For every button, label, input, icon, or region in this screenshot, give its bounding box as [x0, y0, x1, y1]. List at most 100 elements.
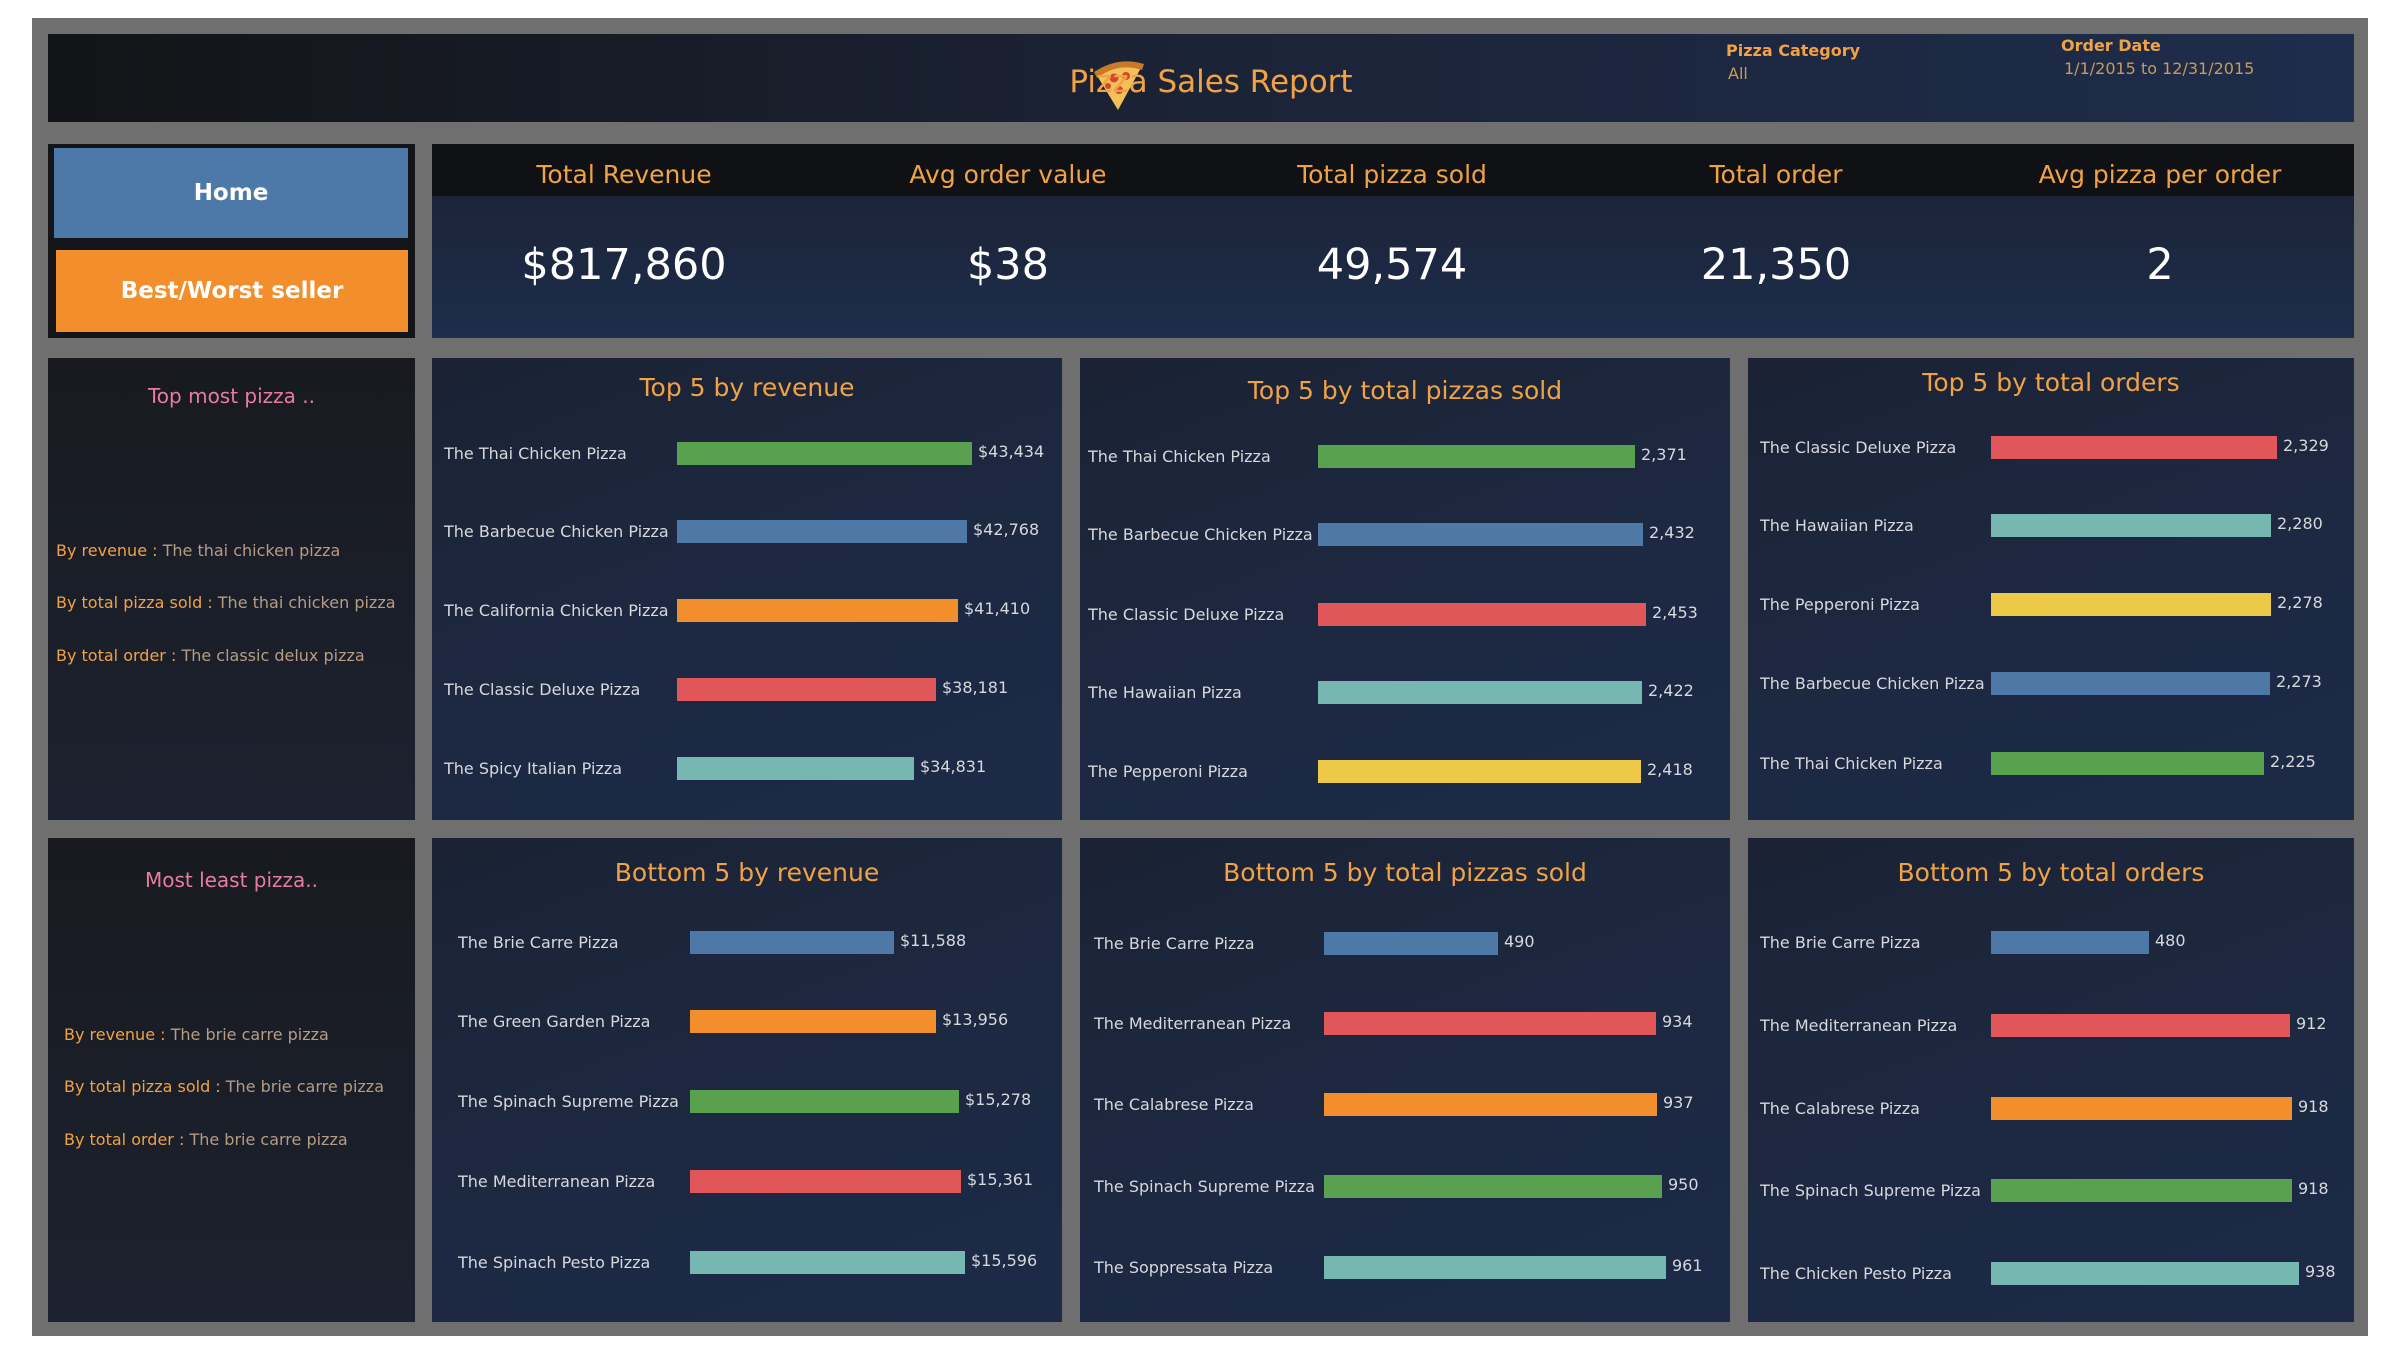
bar[interactable]: [1324, 1093, 1657, 1116]
bar[interactable]: [1991, 436, 2277, 459]
kpi-value-total-order: 21,350: [1700, 240, 1852, 290]
bar-value-label: $34,831: [920, 757, 987, 776]
bar-category-label: The Thai Chicken Pizza: [444, 444, 627, 463]
bar[interactable]: [1991, 593, 2271, 616]
bar[interactable]: [1318, 603, 1646, 626]
bar-value-label: $11,588: [900, 931, 967, 950]
home-button[interactable]: Home: [54, 148, 408, 238]
best-worst-seller-button[interactable]: Best/Worst seller: [54, 248, 410, 334]
least-summary-line-orders: By total order : The brie carre pizza: [64, 1130, 348, 1149]
bar[interactable]: [690, 1170, 961, 1193]
bar-value-label: 2,453: [1652, 603, 1698, 622]
top-summary-line-orders: By total order : The classic delux pizza: [56, 646, 365, 665]
bar-value-label: 2,371: [1641, 445, 1687, 464]
top-summary-line-pizza-sold: By total pizza sold : The thai chicken p…: [56, 593, 396, 612]
bar[interactable]: [1991, 1179, 2292, 1202]
least-summary-line-pizza-sold: By total pizza sold : The brie carre piz…: [64, 1077, 384, 1096]
bar[interactable]: [1991, 514, 2271, 537]
bar-category-label: The Green Garden Pizza: [458, 1012, 651, 1031]
kpi-label-avg-order-value: Avg order value: [909, 160, 1107, 189]
bar-value-label: $42,768: [973, 520, 1040, 539]
chart-title: Top 5 by total pizzas sold: [1247, 376, 1563, 405]
kpi-panel: Total Revenue Avg order value Total pizz…: [432, 144, 2354, 338]
bar-category-label: The Soppressata Pizza: [1094, 1258, 1274, 1277]
bar-value-label: 937: [1663, 1093, 1694, 1112]
bar[interactable]: [1318, 681, 1642, 704]
bar-value-label: 2,280: [2277, 514, 2323, 533]
bar-value-label: $15,278: [965, 1090, 1032, 1109]
bar-category-label: The Spicy Italian Pizza: [444, 759, 623, 778]
bar-category-label: The Thai Chicken Pizza: [1760, 754, 1943, 773]
bar[interactable]: [1991, 931, 2149, 954]
bar[interactable]: [1318, 445, 1635, 468]
chart-bottom5-pizzas-sold: Bottom 5 by total pizzas sold The Brie C…: [1080, 838, 1730, 1322]
bar[interactable]: [1991, 1262, 2299, 1285]
chart-title: Bottom 5 by total orders: [1897, 858, 2205, 887]
bar-category-label: The California Chicken Pizza: [444, 601, 669, 620]
filter-value-order-date[interactable]: 1/1/2015 to 12/31/2015: [2064, 59, 2254, 78]
bar-category-label: The Pepperoni Pizza: [1760, 595, 1920, 614]
bar[interactable]: [1318, 523, 1643, 546]
least-pizza-summary-panel: Most least pizza.. By revenue : The brie…: [48, 838, 415, 1322]
bar-category-label: The Mediterranean Pizza: [458, 1172, 656, 1191]
bar[interactable]: [1991, 1014, 2290, 1037]
bar-value-label: $38,181: [942, 678, 1009, 697]
bar[interactable]: [1991, 752, 2264, 775]
kpi-value-avg-order-value: $38: [966, 240, 1050, 290]
bar-value-label: 934: [1662, 1012, 1693, 1031]
bar[interactable]: [1324, 1256, 1666, 1279]
bar[interactable]: [1991, 1097, 2292, 1120]
bar-category-label: The Spinach Supreme Pizza: [1094, 1177, 1315, 1196]
top-pizza-summary-panel: Top most pizza .. By revenue : The thai …: [48, 358, 415, 820]
chart-title: Top 5 by total orders: [1922, 368, 2180, 397]
kpi-value-avg-pizza-per-order: 2: [2146, 240, 2174, 290]
bar[interactable]: [1324, 932, 1498, 955]
filter-value-pizza-category[interactable]: All: [1728, 64, 1748, 83]
bar[interactable]: [690, 1251, 965, 1274]
bar[interactable]: [1991, 672, 2270, 695]
bar-category-label: The Calabrese Pizza: [1094, 1095, 1254, 1114]
bar[interactable]: [677, 757, 914, 780]
bar-category-label: The Brie Carre Pizza: [458, 933, 619, 952]
bar[interactable]: [690, 1010, 936, 1033]
chart-bottom5-revenue: Bottom 5 by revenue The Brie Carre Pizza…: [432, 838, 1062, 1322]
bar-value-label: 961: [1672, 1256, 1703, 1275]
bar[interactable]: [677, 678, 936, 701]
kpi-label-total-pizza-sold: Total pizza sold: [1297, 160, 1487, 189]
bar-value-label: 2,273: [2276, 672, 2322, 691]
bar[interactable]: [1318, 760, 1641, 783]
bar-category-label: The Hawaiian Pizza: [1760, 516, 1914, 535]
bar[interactable]: [677, 442, 972, 465]
least-summary-title: Most least pizza..: [144, 868, 319, 892]
bar-category-label: The Spinach Pesto Pizza: [458, 1253, 651, 1272]
bar-category-label: The Pepperoni Pizza: [1088, 762, 1248, 781]
bar-category-label: The Mediterranean Pizza: [1760, 1016, 1958, 1035]
kpi-value-total-pizza-sold: 49,574: [1316, 240, 1468, 290]
bar[interactable]: [1324, 1012, 1656, 1035]
bar[interactable]: [677, 520, 967, 543]
chart-top5-orders: Top 5 by total orders The Classic Deluxe…: [1748, 358, 2354, 820]
kpi-label-total-revenue: Total Revenue: [536, 160, 712, 189]
header-bar: Pizza Sales Report Pizza Category All Or…: [48, 34, 2354, 122]
chart-title: Bottom 5 by revenue: [614, 858, 880, 887]
bar[interactable]: [677, 599, 958, 622]
bar[interactable]: [690, 931, 894, 954]
bar-value-label: $13,956: [942, 1010, 1009, 1029]
bar-category-label: The Brie Carre Pizza: [1094, 934, 1255, 953]
bar-value-label: 918: [2298, 1097, 2329, 1116]
kpi-label-avg-pizza-per-order: Avg pizza per order: [2038, 160, 2282, 189]
bar-category-label: The Chicken Pesto Pizza: [1760, 1264, 1952, 1283]
bar-value-label: 2,418: [1647, 760, 1693, 779]
page-title: Pizza Sales Report: [1069, 64, 1353, 100]
kpi-label-total-order: Total order: [1709, 160, 1843, 189]
bar-category-label: The Spinach Supreme Pizza: [1760, 1181, 1981, 1200]
bar-category-label: The Classic Deluxe Pizza: [1088, 605, 1285, 624]
bar[interactable]: [690, 1090, 959, 1113]
bar-value-label: 2,432: [1649, 523, 1695, 542]
bar-category-label: The Brie Carre Pizza: [1760, 933, 1921, 952]
chart-title: Top 5 by revenue: [639, 373, 855, 402]
bar-category-label: The Barbecue Chicken Pizza: [1088, 525, 1313, 544]
bar[interactable]: [1324, 1175, 1662, 1198]
bar-value-label: 490: [1504, 932, 1535, 951]
bar-value-label: 2,329: [2283, 436, 2329, 455]
